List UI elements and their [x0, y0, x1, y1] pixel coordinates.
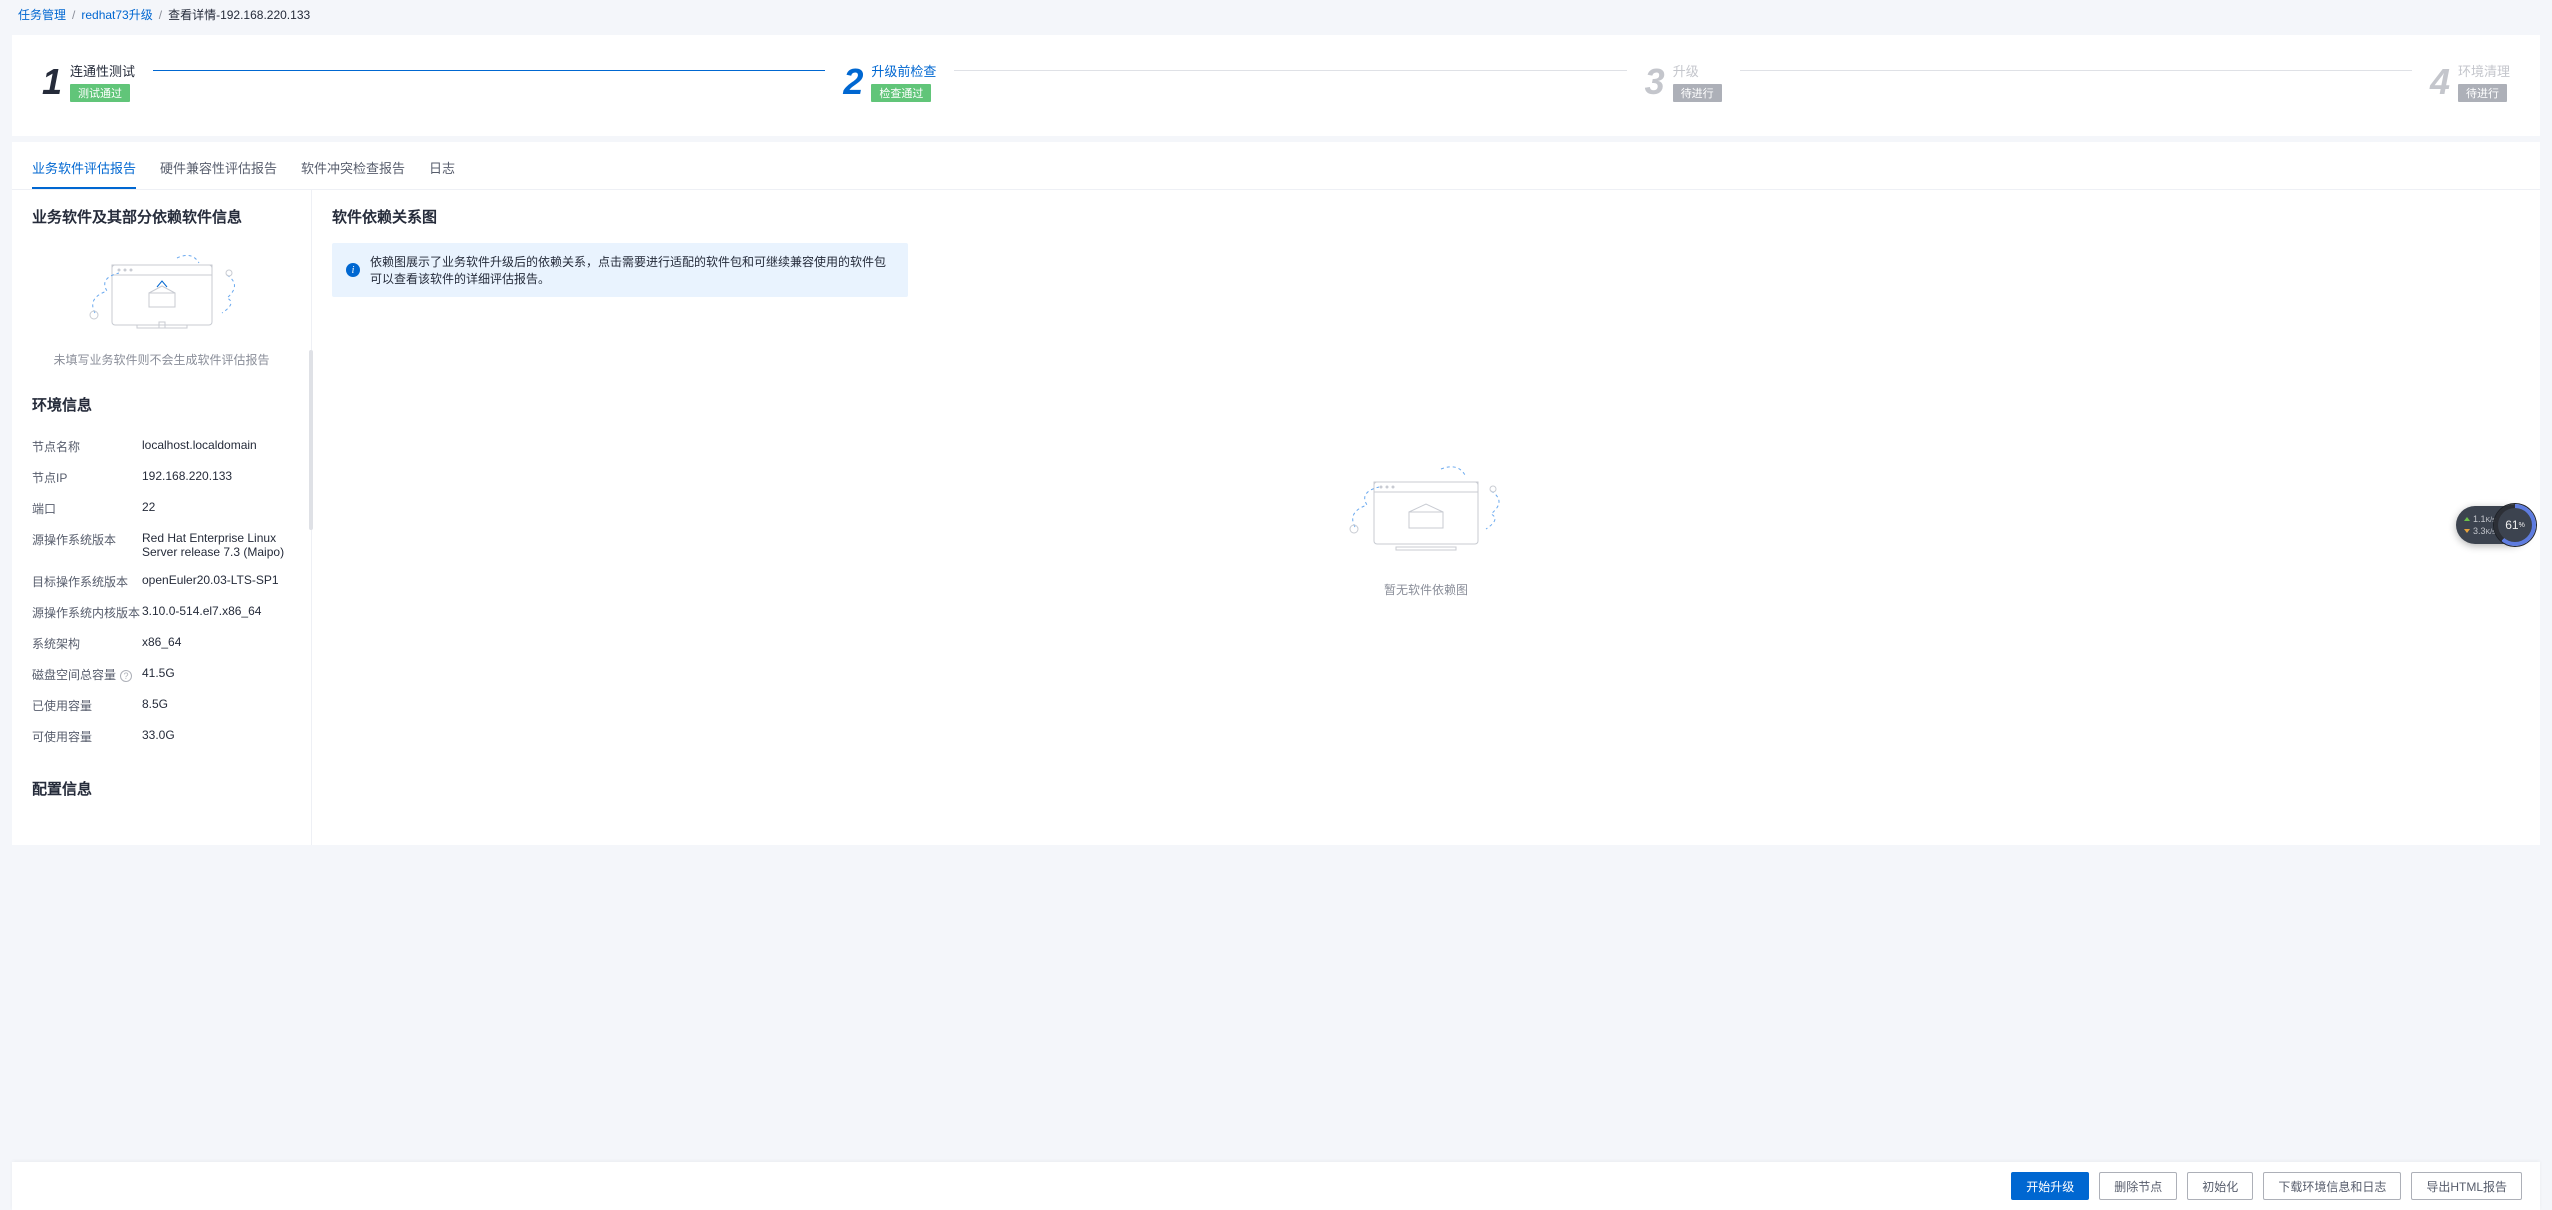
report-card: 业务软件评估报告硬件兼容性评估报告软件冲突检查报告日志 业务软件及其部分依赖软件…: [12, 142, 2540, 845]
side-panel: 业务软件及其部分依赖软件信息 未填写业务软件则不会生成软件评: [12, 190, 312, 845]
side-empty-caption: 未填写业务软件则不会生成软件评估报告: [32, 351, 291, 368]
step-title: 升级前检查: [871, 61, 936, 80]
breadcrumb-sep-0: /: [72, 8, 75, 22]
env-row: 可使用容量33.0G: [32, 721, 291, 752]
env-key: 端口: [32, 500, 142, 517]
download-speed: 3.3K/s: [2473, 526, 2496, 536]
env-row: 磁盘空间总容量?41.5G: [32, 659, 291, 690]
env-row: 端口22: [32, 493, 291, 524]
start-upgrade-button[interactable]: 开始升级: [2011, 1172, 2089, 1200]
env-key: 节点名称: [32, 438, 142, 455]
breadcrumb-link-0[interactable]: 任务管理: [18, 6, 66, 23]
main-panel: 软件依赖关系图 i 依赖图展示了业务软件升级后的依赖关系，点击需要进行适配的软件…: [312, 190, 2540, 845]
step-title: 环境清理: [2458, 61, 2510, 80]
env-key: 可使用容量: [32, 728, 142, 745]
help-icon[interactable]: ?: [120, 670, 132, 682]
tabs: 业务软件评估报告硬件兼容性评估报告软件冲突检查报告日志: [12, 142, 2540, 190]
env-row: 源操作系统版本Red Hat Enterprise Linux Server r…: [32, 524, 291, 566]
performance-widget[interactable]: 1.1K/s 3.3K/s 61%: [2456, 506, 2530, 544]
initialize-button[interactable]: 初始化: [2187, 1172, 2253, 1200]
step-status-badge: 测试通过: [70, 84, 130, 102]
usage-ring: 61%: [2494, 504, 2536, 546]
env-value: Red Hat Enterprise Linux Server release …: [142, 531, 291, 559]
dependency-empty-state: 暂无软件依赖图: [332, 457, 2520, 598]
env-key: 已使用容量: [32, 697, 142, 714]
delete-node-button[interactable]: 删除节点: [2099, 1172, 2177, 1200]
step-connector: [1740, 70, 2412, 71]
env-value: 8.5G: [142, 697, 168, 714]
step-number: 3: [1645, 64, 1665, 100]
step-number: 2: [843, 64, 863, 100]
dependency-info-alert: i 依赖图展示了业务软件升级后的依赖关系，点击需要进行适配的软件包和可继续兼容使…: [332, 243, 908, 297]
env-value: openEuler20.03-LTS-SP1: [142, 573, 279, 590]
steps-card: 1 连通性测试测试通过 2 升级前检查检查通过 3 升级待进行 4 环境清理待进行: [12, 35, 2540, 136]
main-heading: 软件依赖关系图: [332, 206, 2520, 227]
step-4[interactable]: 4 环境清理待进行: [2430, 61, 2510, 102]
download-env-button[interactable]: 下载环境信息和日志: [2263, 1172, 2401, 1200]
step-status-badge: 待进行: [1673, 84, 1722, 102]
export-html-button[interactable]: 导出HTML报告: [2411, 1172, 2522, 1200]
env-row: 节点名称localhost.localdomain: [32, 431, 291, 462]
cfg-section-title: 配置信息: [32, 778, 291, 799]
env-value: x86_64: [142, 635, 181, 652]
breadcrumb-sep-1: /: [159, 8, 162, 22]
env-value: localhost.localdomain: [142, 438, 257, 455]
info-icon: i: [346, 263, 360, 277]
env-value: 33.0G: [142, 728, 175, 745]
step-title: 升级: [1673, 61, 1722, 80]
alert-text: 依赖图展示了业务软件升级后的依赖关系，点击需要进行适配的软件包和可继续兼容使用的…: [370, 253, 894, 287]
env-key: 系统架构: [32, 635, 142, 652]
tab-2[interactable]: 软件冲突检查报告: [301, 152, 405, 189]
env-key: 目标操作系统版本: [32, 573, 142, 590]
env-value: 192.168.220.133: [142, 469, 232, 486]
step-title: 连通性测试: [70, 61, 135, 80]
step-number: 4: [2430, 64, 2450, 100]
upload-speed: 1.1K/s: [2473, 514, 2496, 524]
env-section-title: 环境信息: [32, 394, 291, 415]
breadcrumb: 任务管理 / redhat73升级 / 查看详情-192.168.220.133: [0, 0, 2552, 29]
step-status-badge: 待进行: [2458, 84, 2507, 102]
env-key: 源操作系统版本: [32, 531, 142, 559]
download-arrow-icon: [2464, 529, 2470, 533]
step-connector: [954, 70, 1626, 71]
breadcrumb-current: 查看详情-192.168.220.133: [168, 6, 310, 23]
env-key: 节点IP: [32, 469, 142, 486]
side-section-software-title: 业务软件及其部分依赖软件信息: [32, 206, 291, 227]
step-status-badge: 检查通过: [871, 84, 931, 102]
breadcrumb-link-1[interactable]: redhat73升级: [81, 6, 152, 23]
step-1[interactable]: 1 连通性测试测试通过: [42, 61, 135, 102]
env-row: 已使用容量8.5G: [32, 690, 291, 721]
env-key: 源操作系统内核版本: [32, 604, 142, 621]
step-connector: [153, 70, 825, 71]
env-value: 22: [142, 500, 155, 517]
env-row: 系统架构x86_64: [32, 628, 291, 659]
tab-1[interactable]: 硬件兼容性评估报告: [160, 152, 277, 189]
empty-dependency-illustration: [1341, 457, 1511, 567]
step-number: 1: [42, 64, 62, 100]
action-bar: 开始升级 删除节点 初始化 下载环境信息和日志 导出HTML报告: [12, 1162, 2540, 1210]
main-empty-caption: 暂无软件依赖图: [332, 581, 2520, 598]
env-row: 节点IP192.168.220.133: [32, 462, 291, 493]
step-2[interactable]: 2 升级前检查检查通过: [843, 61, 936, 102]
env-key: 磁盘空间总容量?: [32, 666, 142, 683]
upload-arrow-icon: [2464, 517, 2470, 521]
env-value: 41.5G: [142, 666, 175, 683]
env-kv-list: 节点名称localhost.localdomain节点IP192.168.220…: [32, 431, 291, 752]
env-row: 源操作系统内核版本3.10.0-514.el7.x86_64: [32, 597, 291, 628]
empty-software-illustration: [77, 243, 247, 343]
env-value: 3.10.0-514.el7.x86_64: [142, 604, 261, 621]
step-3[interactable]: 3 升级待进行: [1645, 61, 1722, 102]
env-row: 目标操作系统版本openEuler20.03-LTS-SP1: [32, 566, 291, 597]
tab-3[interactable]: 日志: [429, 152, 455, 189]
tab-0[interactable]: 业务软件评估报告: [32, 152, 136, 189]
